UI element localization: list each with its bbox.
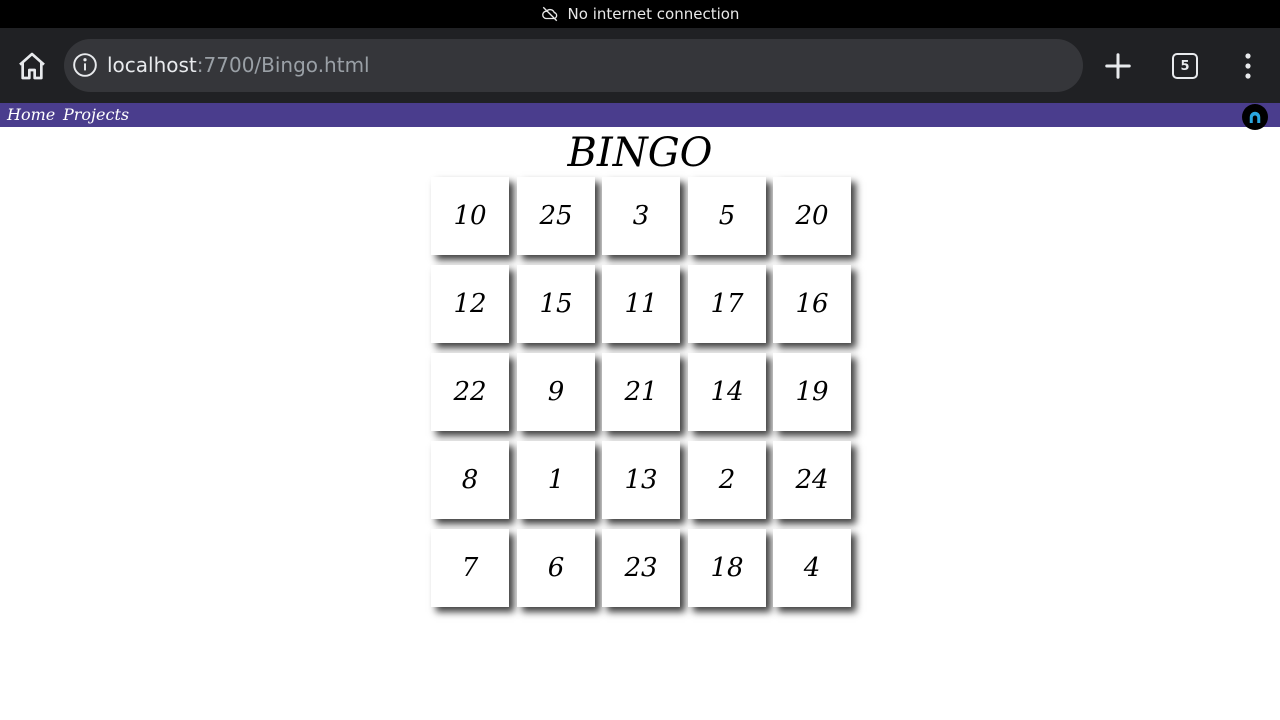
bingo-cell[interactable]: 20	[773, 177, 851, 255]
tab-count: 5	[1180, 58, 1190, 74]
home-icon[interactable]	[16, 50, 48, 82]
address-bar[interactable]: localhost:7700/Bingo.html	[64, 39, 1083, 92]
page-title: BINGO	[567, 130, 713, 176]
browser-toolbar: localhost:7700/Bingo.html 5	[0, 28, 1280, 103]
info-icon[interactable]	[72, 52, 98, 78]
cloud-off-icon	[541, 6, 557, 22]
bingo-cell[interactable]: 5	[688, 177, 766, 255]
nav-link-home[interactable]: Home	[7, 103, 55, 127]
github-icon[interactable]	[1242, 104, 1268, 130]
bingo-cell[interactable]: 2	[688, 441, 766, 519]
bingo-cell[interactable]: 1	[517, 441, 595, 519]
site-nav: Home Projects	[0, 103, 1280, 130]
plus-icon[interactable]	[1103, 51, 1133, 81]
url-path: :7700/Bingo.html	[196, 53, 370, 77]
bingo-cell[interactable]: 7	[431, 529, 509, 607]
bingo-cell[interactable]: 22	[431, 353, 509, 431]
nav-link-projects[interactable]: Projects	[63, 103, 129, 127]
bingo-cell[interactable]: 23	[602, 529, 680, 607]
more-vert-icon[interactable]	[1236, 50, 1260, 82]
bingo-cell[interactable]: 10	[431, 177, 509, 255]
status-text: No internet connection	[567, 5, 740, 23]
bingo-cell[interactable]: 21	[602, 353, 680, 431]
bingo-cell[interactable]: 17	[688, 265, 766, 343]
bingo-cell[interactable]: 3	[602, 177, 680, 255]
bingo-cell[interactable]: 9	[517, 353, 595, 431]
url-host: localhost	[107, 53, 197, 77]
bingo-cell[interactable]: 18	[688, 529, 766, 607]
bingo-cell[interactable]: 16	[773, 265, 851, 343]
bingo-board: 10 25 3 5 20 12 15 11 17 16 22 9 21 14 19 8 1 13 2 24 7 6 23 18…	[431, 177, 861, 607]
tab-switcher-button[interactable]: 5	[1172, 53, 1198, 79]
bingo-cell[interactable]: 11	[602, 265, 680, 343]
bingo-cell[interactable]: 15	[517, 265, 595, 343]
bingo-cell[interactable]: 19	[773, 353, 851, 431]
bingo-cell[interactable]: 8	[431, 441, 509, 519]
bingo-cell[interactable]: 13	[602, 441, 680, 519]
bingo-cell[interactable]: 14	[688, 353, 766, 431]
status-bar: No internet connection	[0, 0, 1280, 28]
bingo-cell[interactable]: 4	[773, 529, 851, 607]
url-text[interactable]: localhost:7700/Bingo.html	[107, 39, 370, 92]
bingo-cell[interactable]: 25	[517, 177, 595, 255]
bingo-cell[interactable]: 24	[773, 441, 851, 519]
bingo-cell[interactable]: 12	[431, 265, 509, 343]
bingo-cell[interactable]: 6	[517, 529, 595, 607]
github-mark-icon	[1249, 111, 1261, 123]
